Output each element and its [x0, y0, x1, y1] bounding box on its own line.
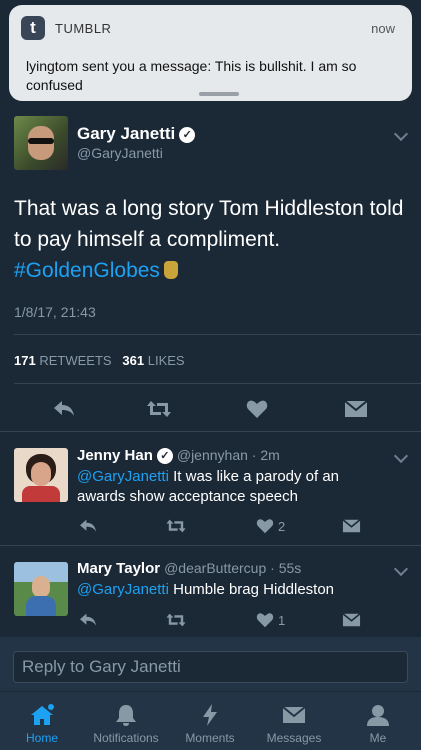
reply-button[interactable]	[78, 612, 98, 628]
tweet-stats: 171 RETWEETS 361 LIKES	[14, 353, 185, 368]
like-count: 1	[278, 612, 286, 628]
author-name-text: Gary Janetti	[77, 124, 176, 143]
dm-button[interactable]	[344, 400, 368, 418]
reply-button[interactable]	[52, 399, 76, 419]
reply-text: @GaryJanetti Humble brag Hiddleston	[77, 580, 387, 600]
tab-home[interactable]: Home	[12, 692, 72, 750]
tab-label: Messages	[266, 731, 322, 745]
tab-notifications[interactable]: Notifications	[86, 692, 166, 750]
tweet-timestamp: 1/8/17, 21:43	[14, 304, 96, 320]
retweet-button[interactable]	[165, 612, 187, 628]
like-button[interactable]	[246, 399, 268, 419]
reply-text: @GaryJanetti It was like a parody of an …	[77, 467, 387, 507]
lightning-icon	[203, 704, 217, 726]
envelope-icon	[344, 400, 368, 417]
reply-author-handle[interactable]: @dearButtercup · 55s	[164, 560, 301, 576]
reply-icon	[54, 401, 74, 416]
notification-message: lyingtom sent you a message: This is bul…	[26, 58, 357, 93]
chevron-down-icon[interactable]	[393, 448, 409, 464]
notification-app-name: TUMBLR	[55, 21, 112, 36]
home-icon	[31, 704, 54, 725]
heart-icon	[256, 613, 274, 628]
reply-body: Humble brag Hiddleston	[168, 581, 335, 598]
mention-link[interactable]: @GaryJanetti	[77, 581, 169, 598]
like-button[interactable]: 2	[256, 518, 285, 534]
notification-drag-handle[interactable]	[199, 92, 239, 96]
trophy-icon	[163, 261, 178, 279]
likes-count[interactable]: 361	[122, 353, 144, 368]
envelope-icon	[342, 613, 361, 627]
verified-badge-icon: ✓	[179, 127, 196, 143]
retweet-icon	[147, 401, 171, 417]
avatar[interactable]	[14, 562, 68, 616]
tweet-text: That was a long story Tom Hiddleston tol…	[14, 193, 414, 286]
notification-time: now	[371, 21, 395, 36]
envelope-icon	[282, 706, 306, 723]
reply-input[interactable]: Reply to Gary Janetti	[13, 651, 408, 683]
hashtag-link[interactable]: #GoldenGlobes	[14, 259, 160, 282]
envelope-icon	[342, 519, 361, 533]
mention-link[interactable]: @GaryJanetti	[77, 468, 169, 485]
notification-banner[interactable]: t TUMBLR now lyingtom sent you a message…	[9, 5, 412, 101]
reply-button[interactable]	[78, 518, 98, 534]
reply-header: Mary Taylor @dearButtercup · 55s	[77, 560, 301, 577]
retweet-icon	[166, 613, 186, 627]
tab-label: Me	[369, 731, 387, 745]
chevron-down-icon[interactable]	[393, 561, 409, 577]
reply-author-name[interactable]: Jenny Han	[77, 447, 153, 464]
reply-author-name[interactable]: Mary Taylor	[77, 560, 160, 577]
bell-icon	[116, 705, 136, 726]
tweet-body: That was a long story Tom Hiddleston tol…	[14, 197, 404, 251]
reply-composer: Reply to Gary Janetti	[0, 637, 421, 691]
reply-icon	[80, 519, 96, 532]
chevron-down-icon[interactable]	[393, 126, 409, 142]
dm-button[interactable]	[342, 613, 361, 627]
tab-bar: Home Notifications Moments Messages Me	[0, 691, 421, 750]
person-icon	[367, 705, 389, 726]
tab-label: Notifications	[93, 731, 159, 745]
avatar[interactable]	[14, 116, 68, 170]
like-button[interactable]: 1	[256, 612, 285, 628]
tab-label: Moments	[185, 731, 235, 745]
heart-icon	[246, 400, 268, 418]
author-name[interactable]: Gary Janetti ✓	[77, 124, 196, 144]
reply-icon	[80, 613, 96, 626]
tweet-actions	[0, 395, 421, 425]
retweets-count[interactable]: 171	[14, 353, 36, 368]
avatar[interactable]	[14, 448, 68, 502]
author-handle[interactable]: @GaryJanetti	[77, 145, 163, 161]
tab-moments[interactable]: Moments	[178, 692, 242, 750]
reply-tweet[interactable]: Mary Taylor @dearButtercup · 55s @GaryJan…	[0, 546, 421, 637]
dm-button[interactable]	[342, 519, 361, 533]
reply-author-handle[interactable]: @jennyhan · 2m	[177, 447, 280, 463]
tab-me[interactable]: Me	[355, 692, 401, 750]
retweet-icon	[166, 519, 186, 533]
divider	[14, 383, 421, 384]
tumblr-app-icon: t	[21, 16, 45, 40]
divider	[14, 334, 421, 335]
heart-icon	[256, 519, 274, 534]
reply-header: Jenny Han ✓ @jennyhan · 2m	[77, 447, 280, 464]
retweet-button[interactable]	[165, 518, 187, 534]
retweets-label[interactable]: RETWEETS	[39, 353, 111, 368]
reply-tweet[interactable]: Jenny Han ✓ @jennyhan · 2m @GaryJanetti It…	[0, 432, 421, 545]
verified-badge-icon: ✓	[156, 448, 173, 464]
like-count: 2	[278, 518, 286, 534]
tab-label: Home	[25, 731, 58, 745]
tab-messages[interactable]: Messages	[261, 692, 327, 750]
main-tweet: Gary Janetti ✓ @GaryJanetti That was a lo…	[0, 105, 421, 431]
retweet-button[interactable]	[146, 399, 172, 419]
likes-label[interactable]: LIKES	[148, 353, 185, 368]
